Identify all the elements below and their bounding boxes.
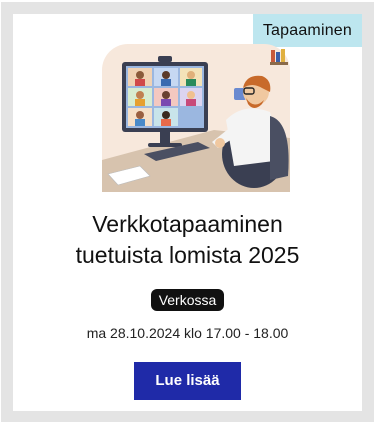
- location-badge: Verkossa: [150, 289, 225, 311]
- read-more-button[interactable]: Lue lisää: [134, 362, 241, 400]
- button-row: Lue lisää: [13, 362, 362, 400]
- event-title: Verkkotapaaminen tuetuista lomista 2025: [13, 209, 362, 271]
- event-card[interactable]: Tapaaminen Verkkotapaaminen tuetuista lo…: [13, 14, 362, 411]
- event-datetime: ma 28.10.2024 klo 17.00 - 18.00: [86, 325, 289, 341]
- badge-row: Verkossa: [13, 289, 362, 311]
- video-meeting-illustration: [102, 44, 290, 192]
- event-title-line-1: Verkkotapaaminen: [92, 211, 283, 237]
- event-title-line-2: tuetuista lomista 2025: [75, 242, 300, 268]
- card-frame: Tapaaminen Verkkotapaaminen tuetuista lo…: [1, 2, 374, 422]
